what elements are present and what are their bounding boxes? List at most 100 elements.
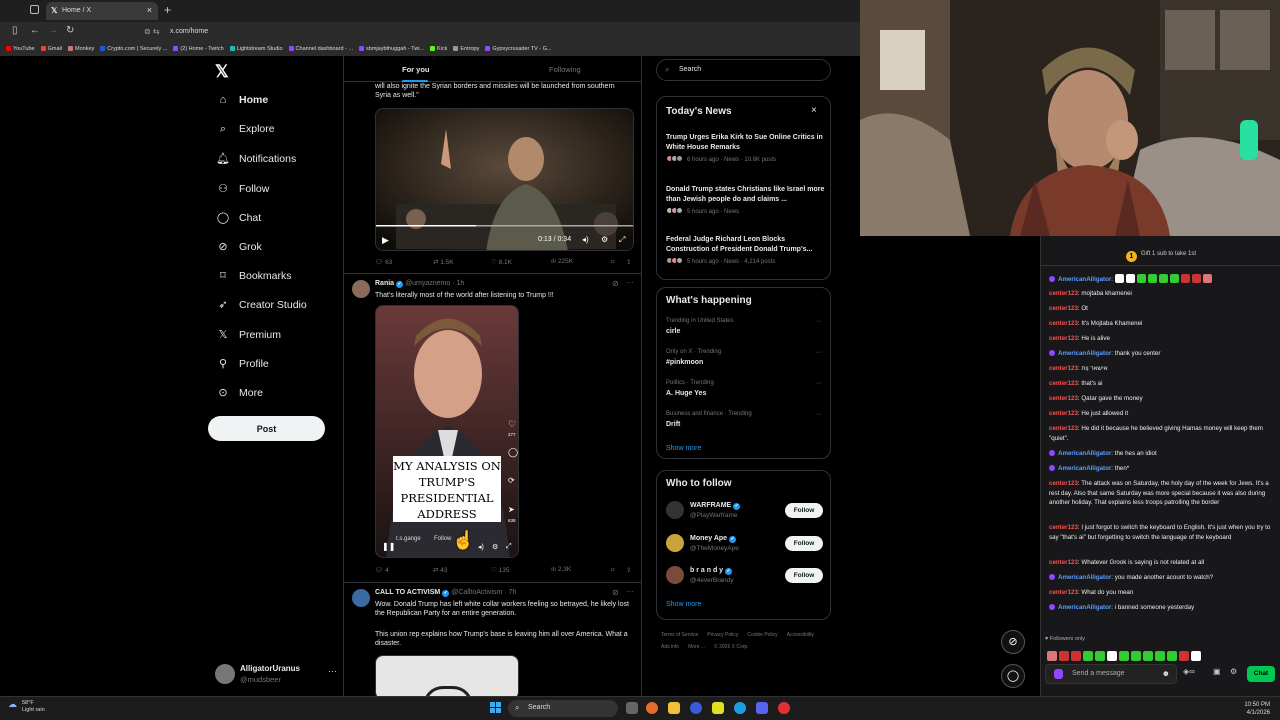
settings-icon[interactable]: ⚙: [601, 235, 608, 244]
more-dots-icon[interactable]: ···: [626, 278, 634, 287]
forward-icon[interactable]: →: [48, 25, 58, 36]
grok-icon[interactable]: ⊘: [612, 279, 619, 288]
search-input[interactable]: ⌕ Search: [656, 59, 831, 81]
trend-name[interactable]: cirle: [666, 328, 680, 335]
pause-icon[interactable]: ❚❚: [382, 542, 395, 551]
post-author[interactable]: CALL TO ACTIVISM ✓ @CalltoActivism · 7h: [375, 589, 516, 597]
chat-input[interactable]: Send a message ☻: [1045, 664, 1177, 684]
avatar[interactable]: [666, 533, 684, 552]
bookmark-item[interactable]: Monkey: [68, 42, 94, 52]
emote-icon[interactable]: [1107, 651, 1117, 661]
badge-icon[interactable]: [1054, 669, 1063, 679]
back-icon[interactable]: ←: [30, 25, 40, 36]
site-info-icon[interactable]: ⊜ ⇆: [144, 27, 160, 36]
footer-link[interactable]: Ads info: [661, 641, 679, 653]
taskbar-search[interactable]: ⌕ Search: [508, 700, 618, 717]
bits-icon[interactable]: ◈∞: [1183, 667, 1195, 676]
views-count[interactable]: ılı 2.3K: [551, 566, 571, 573]
bookmark-icon[interactable]: ⌑: [611, 258, 614, 266]
new-tab-icon[interactable]: +: [164, 3, 171, 17]
browser-tab[interactable]: 𝕏 Home / X ×: [46, 2, 158, 20]
bookmark-item[interactable]: Entropy: [453, 42, 479, 52]
gift-sub-banner[interactable]: 1 Gift 1 sub to take 1st: [1041, 244, 1280, 266]
emote-picker-icon[interactable]: ☻: [1162, 669, 1170, 678]
grok-floating-icon[interactable]: ⊘: [1001, 630, 1025, 654]
emote-icon[interactable]: [1167, 651, 1177, 661]
post-button[interactable]: Post: [208, 416, 325, 441]
follow-button[interactable]: Follow: [785, 503, 823, 518]
video-player[interactable]: MY ANALYSIS ON TRUMP'S PRESIDENTIAL ADDR…: [375, 305, 519, 558]
sidebar-toggle-icon[interactable]: ▯: [12, 25, 18, 36]
nav-item-follow[interactable]: ⚇ Follow: [215, 182, 269, 202]
chat-username[interactable]: center123: [1049, 305, 1078, 312]
windows-start-icon[interactable]: [490, 702, 502, 714]
avatar[interactable]: [352, 280, 370, 298]
more-dots-icon[interactable]: ···: [626, 587, 634, 596]
emote-icon[interactable]: [1119, 651, 1129, 661]
emote-icon[interactable]: [1071, 651, 1081, 661]
refresh-icon[interactable]: ↻: [66, 25, 74, 36]
bookmark-item[interactable]: Gypsycrusader TV - G...: [485, 42, 552, 52]
close-tab-icon[interactable]: ×: [147, 5, 152, 15]
norton-icon[interactable]: [712, 702, 724, 714]
settings-icon[interactable]: ⚙: [492, 543, 498, 551]
app-icon[interactable]: [778, 702, 790, 714]
chat-username[interactable]: AmericanAlligator: [1058, 574, 1111, 581]
bookmark-item[interactable]: Kick: [430, 42, 447, 52]
edge-icon[interactable]: [734, 702, 746, 714]
chat-username[interactable]: AmericanAlligator: [1058, 604, 1111, 611]
chat-username[interactable]: center123: [1049, 559, 1078, 566]
bookmark-item[interactable]: YouTube: [6, 42, 35, 52]
nav-item-creator-studio[interactable]: ➶ Creator Studio: [215, 298, 306, 318]
chat-username[interactable]: AmericanAlligator: [1058, 350, 1111, 357]
chat-username[interactable]: AmericanAlligator: [1058, 465, 1111, 472]
tab-for-you[interactable]: For you: [402, 65, 430, 74]
chat-username[interactable]: center123: [1049, 395, 1078, 402]
close-icon[interactable]: ×: [811, 105, 817, 116]
fullscreen-icon[interactable]: ⤢: [506, 543, 512, 551]
account-name[interactable]: WARFRAME ✓: [690, 502, 742, 510]
x-logo-icon[interactable]: 𝕏: [215, 62, 229, 82]
footer-link[interactable]: Accessibility: [787, 629, 814, 641]
emote-row[interactable]: [1047, 648, 1203, 661]
chat-username[interactable]: center123: [1049, 410, 1078, 417]
account-name[interactable]: b r a n d y ✓: [690, 567, 734, 575]
file-explorer-icon[interactable]: [668, 702, 680, 714]
footer-link[interactable]: Cookie Policy: [747, 629, 777, 641]
footer-link[interactable]: More ...: [688, 641, 705, 653]
nav-item-more[interactable]: ⊙ More: [215, 386, 263, 406]
fullscreen-icon[interactable]: ⤢: [619, 235, 625, 245]
views-count[interactable]: ılı 225K: [551, 258, 573, 265]
chat-username[interactable]: center123: [1049, 425, 1078, 432]
volume-icon[interactable]: ◂): [582, 235, 589, 244]
avatar[interactable]: [666, 566, 684, 584]
firefox-icon[interactable]: [646, 702, 658, 714]
more-dots-icon[interactable]: ···: [815, 411, 822, 418]
avatar[interactable]: [352, 589, 370, 607]
share-icon[interactable]: ⇪: [626, 566, 631, 574]
weather-widget[interactable]: ☁ 58°F Light rain: [8, 700, 45, 714]
rewards-icon[interactable]: ▣: [1213, 667, 1221, 676]
bookmark-icon[interactable]: ⌑: [611, 566, 614, 574]
nav-item-profile[interactable]: ⚲ Profile: [215, 357, 269, 377]
tab-following[interactable]: Following: [549, 65, 581, 74]
play-icon[interactable]: ▶: [382, 235, 389, 246]
repost-button[interactable]: ⇄ 43: [433, 566, 448, 574]
follow-button[interactable]: Follow: [785, 568, 823, 583]
share-icon[interactable]: ⇪: [626, 258, 631, 266]
nav-item-home[interactable]: ⌂ Home: [215, 94, 269, 114]
tab-list-icon[interactable]: [30, 5, 39, 14]
bookmark-item[interactable]: Lightstream Studio: [229, 42, 283, 52]
more-dots-icon[interactable]: ···: [815, 318, 822, 325]
bookmark-item[interactable]: Channel dashboard - ...: [288, 42, 353, 52]
more-dots-icon[interactable]: ···: [815, 380, 822, 387]
emote-icon[interactable]: [1095, 651, 1105, 661]
more-dots-icon[interactable]: ···: [815, 349, 822, 356]
follow-button[interactable]: Follow: [785, 535, 823, 551]
avatar[interactable]: [666, 501, 684, 519]
bookmark-item[interactable]: sbmjaybthuggah - Twi...: [359, 42, 424, 52]
chat-username[interactable]: AmericanAlligator: [1058, 276, 1111, 283]
emote-icon[interactable]: [1083, 651, 1093, 661]
account-switcher[interactable]: AlligatorUranus @mudsbeer ···: [213, 660, 338, 690]
nav-item-explore[interactable]: ⌕ Explore: [215, 123, 275, 143]
